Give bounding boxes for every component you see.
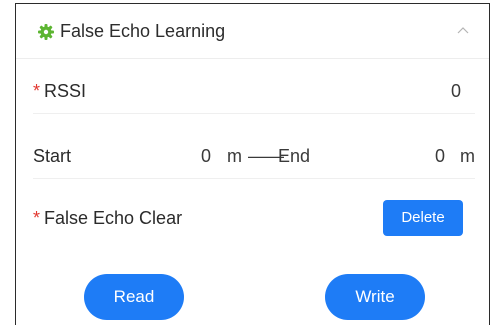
rssi-label: * RSSI (33, 80, 86, 102)
rssi-label-text: RSSI (44, 81, 87, 101)
delete-button[interactable]: Delete (383, 200, 463, 236)
write-button[interactable]: Write (325, 274, 425, 320)
required-mark: * (33, 81, 41, 101)
false-echo-clear-text: False Echo Clear (44, 208, 183, 228)
read-button[interactable]: Read (84, 274, 184, 320)
false-echo-clear-label: * False Echo Clear (33, 207, 182, 229)
end-unit: m (460, 146, 475, 166)
rssi-row: * RSSI 0 (33, 64, 475, 114)
chevron-up-icon[interactable] (457, 26, 469, 34)
rssi-value: 0 (450, 81, 461, 101)
end-label: End (278, 146, 311, 166)
required-mark: * (33, 208, 41, 228)
gear-icon (38, 24, 54, 40)
section-header[interactable]: False Echo Learning (16, 4, 489, 59)
range-row: Start 0 m —— End 0 m (33, 129, 475, 179)
start-value[interactable]: 0 (201, 145, 211, 167)
start-label: Start (33, 146, 72, 166)
false-echo-clear-row: * False Echo Clear Delete (33, 191, 475, 240)
false-echo-learning-panel: False Echo Learning * RSSI 0 Start 0 m ——… (15, 3, 490, 325)
start-unit: m (227, 146, 242, 166)
section-title: False Echo Learning (60, 21, 226, 41)
end-value[interactable]: 0 (435, 145, 445, 167)
